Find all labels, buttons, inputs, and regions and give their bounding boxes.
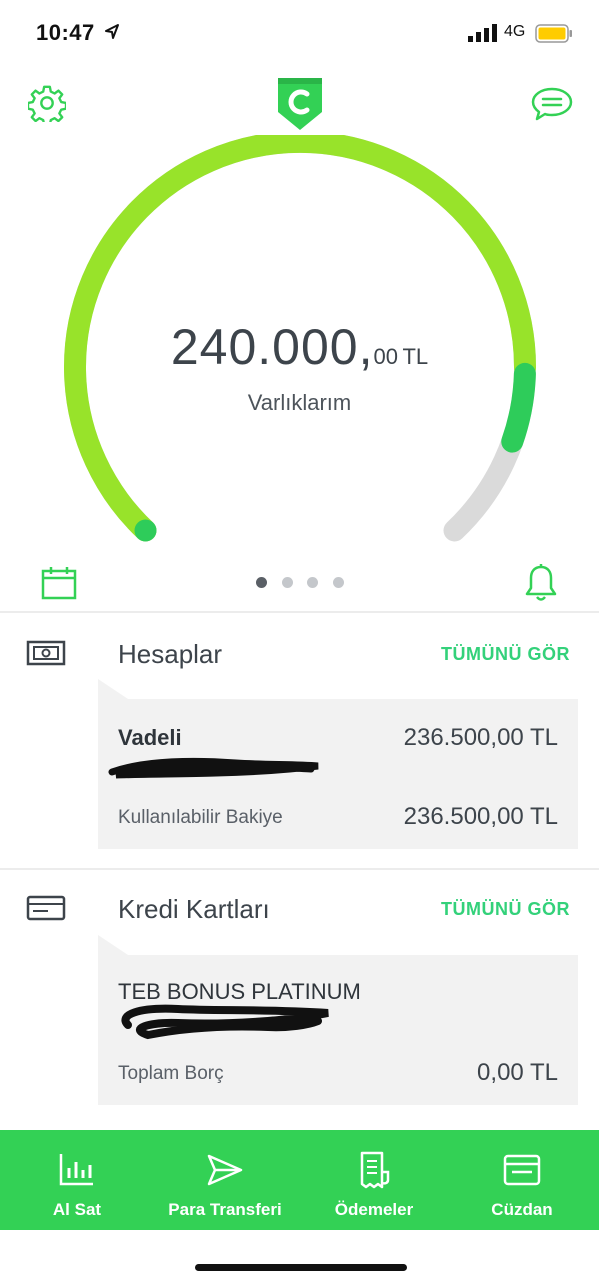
account-name: Vadeli (118, 725, 182, 750)
location-arrow-icon (105, 24, 119, 39)
home-indicator (195, 1264, 407, 1271)
page-dot[interactable] (307, 577, 318, 588)
credit-cards-section: Kredi Kartları TÜMÜNÜ GÖR TEB BONUS PLAT… (0, 870, 599, 1130)
amount-integer: 240.000, (170, 319, 374, 375)
nav-label: Al Sat (52, 1200, 102, 1219)
accounts-title: Hesaplar (118, 639, 223, 669)
account-card[interactable]: Vadeli 236.500,00 TL Kullanılabilir Baki… (98, 699, 578, 849)
page-indicator[interactable] (256, 577, 356, 589)
chat-icon[interactable] (530, 86, 574, 122)
page-dot-active[interactable] (256, 577, 267, 588)
total-debt-label: Toplam Borç (118, 1063, 224, 1084)
bottom-navigation: Al Sat Para Transferi Ödemeler Cüzdan (0, 1130, 599, 1230)
brand-logo-icon[interactable] (276, 76, 324, 132)
gear-icon[interactable] (28, 84, 66, 122)
nav-label: Ödemeler (334, 1200, 414, 1219)
app-header (0, 66, 599, 136)
nav-buy-sell[interactable]: Al Sat (2, 1130, 152, 1230)
amount-currency: TL (402, 344, 429, 369)
nav-payments[interactable]: Ödemeler (299, 1130, 449, 1230)
credit-card-item[interactable]: TEB BONUS PLATINUM Toplam Borç 0,00 TL (98, 955, 578, 1105)
nav-label: Cüzdan (491, 1200, 553, 1219)
battery-icon (535, 24, 572, 43)
status-time: 10:47 (36, 20, 95, 45)
account-balance: 236.500,00 TL (403, 724, 558, 751)
status-bar: 10:47 4G (0, 0, 599, 66)
credit-card-icon (26, 895, 66, 921)
bell-icon[interactable] (523, 563, 559, 603)
page-dot[interactable] (333, 577, 344, 588)
amount-decimal: 00 (373, 344, 398, 369)
total-debt-value: 0,00 TL (477, 1059, 558, 1086)
send-icon (207, 1154, 243, 1186)
accounts-see-all-link[interactable]: TÜMÜNÜ GÖR (441, 644, 570, 665)
card-pointer (98, 679, 128, 699)
redacted-scribble (108, 757, 319, 779)
network-type: 4G (504, 23, 526, 40)
credit-cards-title: Kredi Kartları (118, 894, 270, 924)
available-balance-value: 236.500,00 TL (403, 803, 558, 830)
bar-chart-icon (59, 1154, 93, 1186)
card-pointer (98, 935, 128, 955)
signal-icon (468, 24, 497, 42)
cash-icon (26, 640, 66, 666)
credit-cards-see-all-link[interactable]: TÜMÜNÜ GÖR (441, 899, 570, 920)
redacted-scribble (121, 1004, 329, 1040)
wallet-icon (503, 1154, 541, 1186)
total-assets-amount: 240.000,00 TL (0, 318, 599, 376)
nav-money-transfer[interactable]: Para Transferi (150, 1130, 300, 1230)
receipt-icon (360, 1151, 390, 1189)
nav-label: Para Transferi (168, 1200, 282, 1219)
calendar-icon[interactable] (40, 565, 78, 601)
page-dot[interactable] (282, 577, 293, 588)
available-balance-label: Kullanılabilir Bakiye (118, 807, 283, 828)
accounts-section: Hesaplar TÜMÜNÜ GÖR Vadeli 236.500,00 TL… (0, 613, 599, 868)
gauge-label: Varlıklarım (247, 390, 352, 415)
nav-wallet[interactable]: Cüzdan (447, 1130, 597, 1230)
